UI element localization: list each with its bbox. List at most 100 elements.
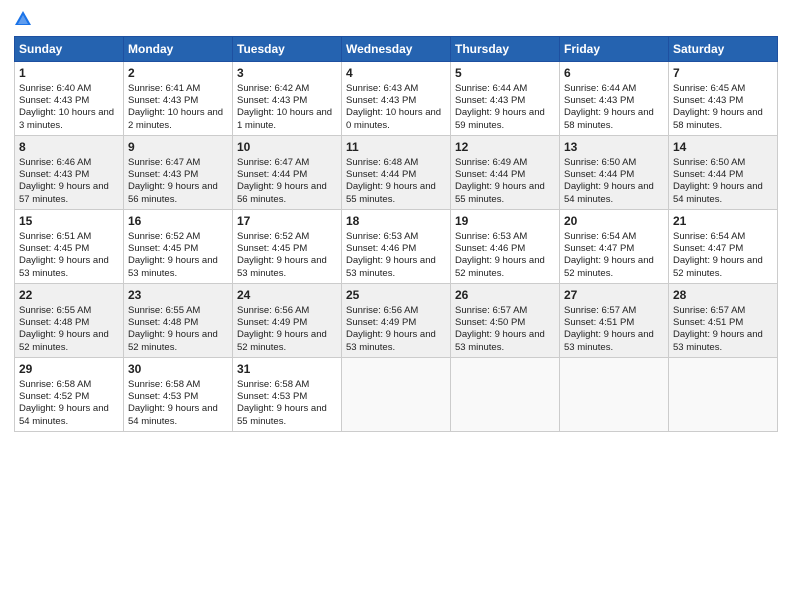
day-number: 14 [673,140,773,156]
daylight-text: Daylight: 9 hours and 58 minutes. [673,107,773,132]
sunset-text: Sunset: 4:48 PM [19,317,119,329]
calendar-cell: 16Sunrise: 6:52 AMSunset: 4:45 PMDayligh… [124,210,233,284]
calendar-week-1: 1Sunrise: 6:40 AMSunset: 4:43 PMDaylight… [15,62,778,136]
daylight-text: Daylight: 10 hours and 1 minute. [237,107,337,132]
day-number: 17 [237,214,337,230]
daylight-text: Daylight: 9 hours and 53 minutes. [673,329,773,354]
sunrise-text: Sunrise: 6:51 AM [19,231,119,243]
calendar-cell [451,358,560,432]
daylight-text: Daylight: 9 hours and 52 minutes. [237,329,337,354]
logo-icon [14,10,32,28]
day-number: 20 [564,214,664,230]
daylight-text: Daylight: 9 hours and 54 minutes. [564,181,664,206]
sunrise-text: Sunrise: 6:40 AM [19,83,119,95]
day-number: 24 [237,288,337,304]
daylight-text: Daylight: 9 hours and 55 minutes. [237,403,337,428]
sunrise-text: Sunrise: 6:46 AM [19,157,119,169]
calendar-body: 1Sunrise: 6:40 AMSunset: 4:43 PMDaylight… [15,62,778,432]
calendar-cell: 9Sunrise: 6:47 AMSunset: 4:43 PMDaylight… [124,136,233,210]
sunset-text: Sunset: 4:44 PM [346,169,446,181]
calendar-cell: 26Sunrise: 6:57 AMSunset: 4:50 PMDayligh… [451,284,560,358]
daylight-text: Daylight: 9 hours and 55 minutes. [455,181,555,206]
day-number: 26 [455,288,555,304]
day-number: 3 [237,66,337,82]
daylight-text: Daylight: 9 hours and 54 minutes. [673,181,773,206]
calendar-cell: 27Sunrise: 6:57 AMSunset: 4:51 PMDayligh… [560,284,669,358]
calendar-week-2: 8Sunrise: 6:46 AMSunset: 4:43 PMDaylight… [15,136,778,210]
sunrise-text: Sunrise: 6:56 AM [237,305,337,317]
sunrise-text: Sunrise: 6:58 AM [128,379,228,391]
calendar-cell: 25Sunrise: 6:56 AMSunset: 4:49 PMDayligh… [342,284,451,358]
day-number: 25 [346,288,446,304]
sunrise-text: Sunrise: 6:47 AM [237,157,337,169]
sunset-text: Sunset: 4:51 PM [673,317,773,329]
day-number: 6 [564,66,664,82]
daylight-text: Daylight: 9 hours and 59 minutes. [455,107,555,132]
sunrise-text: Sunrise: 6:47 AM [128,157,228,169]
sunset-text: Sunset: 4:53 PM [128,391,228,403]
daylight-text: Daylight: 9 hours and 56 minutes. [237,181,337,206]
sunrise-text: Sunrise: 6:42 AM [237,83,337,95]
day-number: 12 [455,140,555,156]
sunset-text: Sunset: 4:43 PM [673,95,773,107]
calendar-cell: 20Sunrise: 6:54 AMSunset: 4:47 PMDayligh… [560,210,669,284]
day-number: 29 [19,362,119,378]
calendar-cell: 19Sunrise: 6:53 AMSunset: 4:46 PMDayligh… [451,210,560,284]
sunset-text: Sunset: 4:44 PM [455,169,555,181]
header [14,10,778,28]
sunrise-text: Sunrise: 6:54 AM [673,231,773,243]
day-number: 18 [346,214,446,230]
daylight-text: Daylight: 10 hours and 3 minutes. [19,107,119,132]
day-number: 16 [128,214,228,230]
column-header-saturday: Saturday [669,37,778,62]
logo [14,10,36,28]
day-number: 10 [237,140,337,156]
sunset-text: Sunset: 4:43 PM [564,95,664,107]
sunrise-text: Sunrise: 6:44 AM [455,83,555,95]
sunset-text: Sunset: 4:47 PM [564,243,664,255]
daylight-text: Daylight: 9 hours and 56 minutes. [128,181,228,206]
sunset-text: Sunset: 4:45 PM [128,243,228,255]
sunset-text: Sunset: 4:49 PM [346,317,446,329]
daylight-text: Daylight: 10 hours and 0 minutes. [346,107,446,132]
sunset-text: Sunset: 4:46 PM [346,243,446,255]
daylight-text: Daylight: 9 hours and 54 minutes. [128,403,228,428]
calendar-cell: 15Sunrise: 6:51 AMSunset: 4:45 PMDayligh… [15,210,124,284]
calendar-week-4: 22Sunrise: 6:55 AMSunset: 4:48 PMDayligh… [15,284,778,358]
calendar-container: SundayMondayTuesdayWednesdayThursdayFrid… [0,0,792,438]
sunrise-text: Sunrise: 6:54 AM [564,231,664,243]
calendar-cell: 12Sunrise: 6:49 AMSunset: 4:44 PMDayligh… [451,136,560,210]
sunrise-text: Sunrise: 6:56 AM [346,305,446,317]
daylight-text: Daylight: 9 hours and 53 minutes. [128,255,228,280]
sunrise-text: Sunrise: 6:58 AM [237,379,337,391]
day-number: 31 [237,362,337,378]
daylight-text: Daylight: 9 hours and 53 minutes. [19,255,119,280]
daylight-text: Daylight: 9 hours and 52 minutes. [455,255,555,280]
sunrise-text: Sunrise: 6:49 AM [455,157,555,169]
calendar-cell: 28Sunrise: 6:57 AMSunset: 4:51 PMDayligh… [669,284,778,358]
sunrise-text: Sunrise: 6:57 AM [564,305,664,317]
day-number: 30 [128,362,228,378]
sunset-text: Sunset: 4:44 PM [564,169,664,181]
sunset-text: Sunset: 4:45 PM [237,243,337,255]
calendar-cell: 4Sunrise: 6:43 AMSunset: 4:43 PMDaylight… [342,62,451,136]
calendar-cell: 5Sunrise: 6:44 AMSunset: 4:43 PMDaylight… [451,62,560,136]
daylight-text: Daylight: 9 hours and 53 minutes. [346,255,446,280]
sunset-text: Sunset: 4:43 PM [346,95,446,107]
calendar-cell: 7Sunrise: 6:45 AMSunset: 4:43 PMDaylight… [669,62,778,136]
column-header-tuesday: Tuesday [233,37,342,62]
daylight-text: Daylight: 9 hours and 53 minutes. [455,329,555,354]
sunrise-text: Sunrise: 6:52 AM [128,231,228,243]
sunset-text: Sunset: 4:50 PM [455,317,555,329]
day-number: 23 [128,288,228,304]
day-number: 19 [455,214,555,230]
sunrise-text: Sunrise: 6:53 AM [346,231,446,243]
calendar-cell [560,358,669,432]
calendar-cell: 17Sunrise: 6:52 AMSunset: 4:45 PMDayligh… [233,210,342,284]
sunset-text: Sunset: 4:48 PM [128,317,228,329]
calendar-cell: 6Sunrise: 6:44 AMSunset: 4:43 PMDaylight… [560,62,669,136]
calendar-cell: 8Sunrise: 6:46 AMSunset: 4:43 PMDaylight… [15,136,124,210]
calendar-cell: 31Sunrise: 6:58 AMSunset: 4:53 PMDayligh… [233,358,342,432]
calendar-cell: 11Sunrise: 6:48 AMSunset: 4:44 PMDayligh… [342,136,451,210]
calendar-cell: 10Sunrise: 6:47 AMSunset: 4:44 PMDayligh… [233,136,342,210]
